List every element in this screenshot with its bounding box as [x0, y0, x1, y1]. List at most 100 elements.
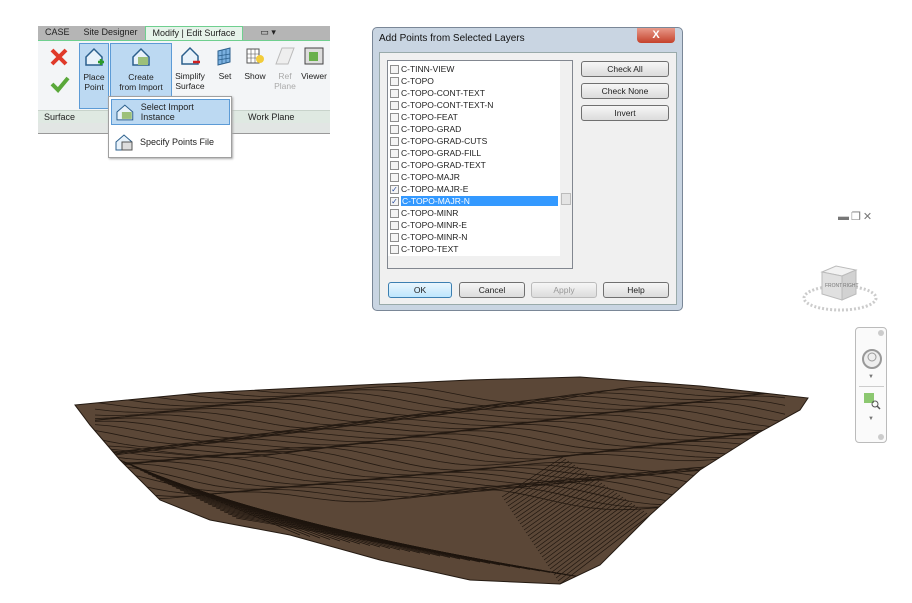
layer-checkbox[interactable] — [390, 208, 399, 218]
ok-button[interactable]: OK — [388, 282, 452, 298]
layer-checkbox[interactable] — [390, 148, 399, 158]
ref-plane-button[interactable]: Ref Plane — [271, 43, 299, 91]
layer-name: C-TOPO-FEAT — [401, 112, 458, 122]
layer-name: C-TOPO-MINR-N — [401, 232, 468, 242]
layer-name: C-TINN-VIEW — [401, 64, 455, 74]
check-none-button[interactable]: Check None — [581, 83, 669, 99]
invert-button[interactable]: Invert — [581, 105, 669, 121]
menu-item-select-import-instance[interactable]: Select Import Instance — [111, 99, 230, 125]
check-all-button[interactable]: Check All — [581, 61, 669, 77]
layer-list-item[interactable]: C-TOPO-TEXT — [390, 243, 558, 255]
menu-item-specify-points-file[interactable]: Specify Points File — [111, 129, 230, 155]
navbar-options-icon[interactable] — [878, 434, 884, 440]
layer-checkbox[interactable] — [390, 88, 399, 98]
place-point-button[interactable]: Place Point — [79, 43, 109, 109]
layer-checkbox[interactable] — [390, 172, 399, 182]
viewcube-front-label: FRONT — [825, 283, 842, 289]
layer-checkbox[interactable] — [390, 112, 399, 122]
ribbon-tabs: CASE Site Designer Modify | Edit Surface… — [38, 26, 330, 40]
specify-points-file-icon — [115, 134, 133, 151]
panel-label-surface: Surface — [44, 112, 76, 122]
layer-name: C-TOPO-GRAD-CUTS — [401, 136, 488, 146]
layer-list-item[interactable]: C-TOPO-MINR — [390, 207, 558, 219]
layer-list-item[interactable]: ✓ C-TOPO-MAJR-E — [390, 183, 558, 195]
layer-checkbox[interactable] — [390, 244, 399, 254]
layer-name: C-TOPO-CONT-TEXT-N — [401, 100, 494, 110]
layer-checkbox[interactable]: ✓ — [390, 196, 399, 206]
apply-button[interactable]: Apply — [531, 282, 597, 298]
finish-check-icon[interactable] — [50, 75, 70, 93]
layer-list-item[interactable]: C-TINN-VIEW — [390, 63, 558, 75]
layer-list-item[interactable]: ✓ C-TOPO-MAJR-N — [390, 195, 558, 207]
layer-list-item[interactable]: C-TOPO-CONT-TEXT-N — [390, 99, 558, 111]
layer-checkbox[interactable]: ✓ — [390, 184, 399, 194]
create-from-import-icon — [132, 47, 150, 66]
zoom-dropdown-icon[interactable]: ▼ — [868, 416, 874, 422]
layer-name: C-TOPO-MAJR-E — [401, 184, 469, 194]
close-view-icon[interactable]: ✕ — [863, 211, 874, 223]
cancel-icon[interactable] — [49, 47, 69, 67]
dialog-body: C-TINN-VIEW C-TOPO C-TOPO-CONT-TEXT C-TOPO-… — [379, 52, 677, 305]
navigation-bar: ▼ ▼ — [855, 327, 887, 443]
set-workplane-button[interactable]: Set — [212, 43, 238, 81]
tab-modify-edit-surface[interactable]: Modify | Edit Surface — [144, 26, 244, 40]
minimize-icon[interactable]: ▬ — [838, 211, 851, 223]
navbar-close-icon[interactable] — [878, 330, 884, 336]
layer-name: C-TOPO-TEXT — [401, 244, 459, 254]
layer-list-item[interactable]: C-TOPO-GRAD-TEXT — [390, 159, 558, 171]
layer-list-item[interactable]: C-TOPO-MAJR — [390, 171, 558, 183]
vertical-scrollbar[interactable] — [560, 61, 572, 257]
layer-list-item[interactable]: C-TOPO-CONT-TEXT — [390, 87, 558, 99]
layer-checkbox[interactable] — [390, 64, 399, 74]
horizontal-scrollbar[interactable] — [388, 256, 572, 268]
panel-toggle-button[interactable]: ▭ ▾ — [253, 26, 283, 40]
layer-name: C-TOPO-GRAD — [401, 124, 462, 134]
layer-checkbox[interactable] — [390, 100, 399, 110]
viewcube[interactable]: FRONT RIGHT — [800, 260, 880, 318]
simplify-surface-icon — [181, 46, 200, 65]
layer-list-item[interactable]: C-TOPO-MINR-E — [390, 219, 558, 231]
layer-list-item[interactable]: C-TOPO — [390, 75, 558, 87]
steering-wheel-icon[interactable] — [861, 348, 883, 370]
view-window-controls: ▬❐✕ — [838, 210, 874, 223]
layer-list-item[interactable]: C-TOPO-GRAD-CUTS — [390, 135, 558, 147]
layer-list-item[interactable]: C-TOPO-GRAD-FILL — [390, 147, 558, 159]
zoom-icon[interactable] — [863, 392, 881, 410]
navbar-divider — [859, 386, 884, 387]
show-workplane-icon — [246, 48, 264, 64]
layer-checkbox[interactable] — [390, 136, 399, 146]
layer-name: C-TOPO-MINR-E — [401, 220, 467, 230]
layer-checkbox[interactable] — [390, 76, 399, 86]
layer-list-item[interactable]: C-TOPO-GRAD — [390, 123, 558, 135]
layer-name: C-TOPO-GRAD-TEXT — [401, 160, 486, 170]
show-workplane-button[interactable]: Show — [241, 43, 269, 81]
tab-case[interactable]: CASE — [38, 26, 77, 40]
terrain-surface[interactable] — [74, 376, 809, 585]
add-points-dialog: Add Points from Selected Layers X C-TINN… — [372, 27, 683, 311]
layer-name: C-TOPO-MINR — [401, 208, 459, 218]
layer-list[interactable]: C-TINN-VIEW C-TOPO C-TOPO-CONT-TEXT C-TOPO-… — [387, 60, 573, 269]
simplify-surface-button[interactable]: Simplify Surface — [172, 43, 208, 91]
viewer-icon — [304, 47, 324, 65]
scroll-thumb[interactable] — [561, 193, 571, 205]
dialog-title: Add Points from Selected Layers — [379, 33, 525, 44]
layer-checkbox[interactable] — [390, 124, 399, 134]
layer-checkbox[interactable] — [390, 160, 399, 170]
cancel-button[interactable]: Cancel — [459, 282, 525, 298]
layer-name: C-TOPO-CONT-TEXT — [401, 88, 485, 98]
close-button[interactable]: X — [637, 28, 675, 43]
layer-name: C-TOPO-MAJR-N — [401, 196, 558, 206]
select-import-instance-icon — [116, 104, 134, 121]
layer-list-item[interactable]: C-TOPO-MINR-N — [390, 231, 558, 243]
layer-list-item[interactable]: C-TOPO-FEAT — [390, 111, 558, 123]
steering-wheel-dropdown-icon[interactable]: ▼ — [868, 374, 874, 380]
layer-name: C-TOPO — [401, 76, 434, 86]
layer-checkbox[interactable] — [390, 220, 399, 230]
layer-name: C-TOPO-MAJR — [401, 172, 460, 182]
layer-checkbox[interactable] — [390, 232, 399, 242]
viewer-button[interactable]: Viewer — [298, 43, 330, 81]
help-button[interactable]: Help — [603, 282, 669, 298]
set-workplane-icon — [217, 47, 231, 66]
tab-site-designer[interactable]: Site Designer — [77, 26, 145, 40]
restore-icon[interactable]: ❐ — [851, 211, 863, 223]
